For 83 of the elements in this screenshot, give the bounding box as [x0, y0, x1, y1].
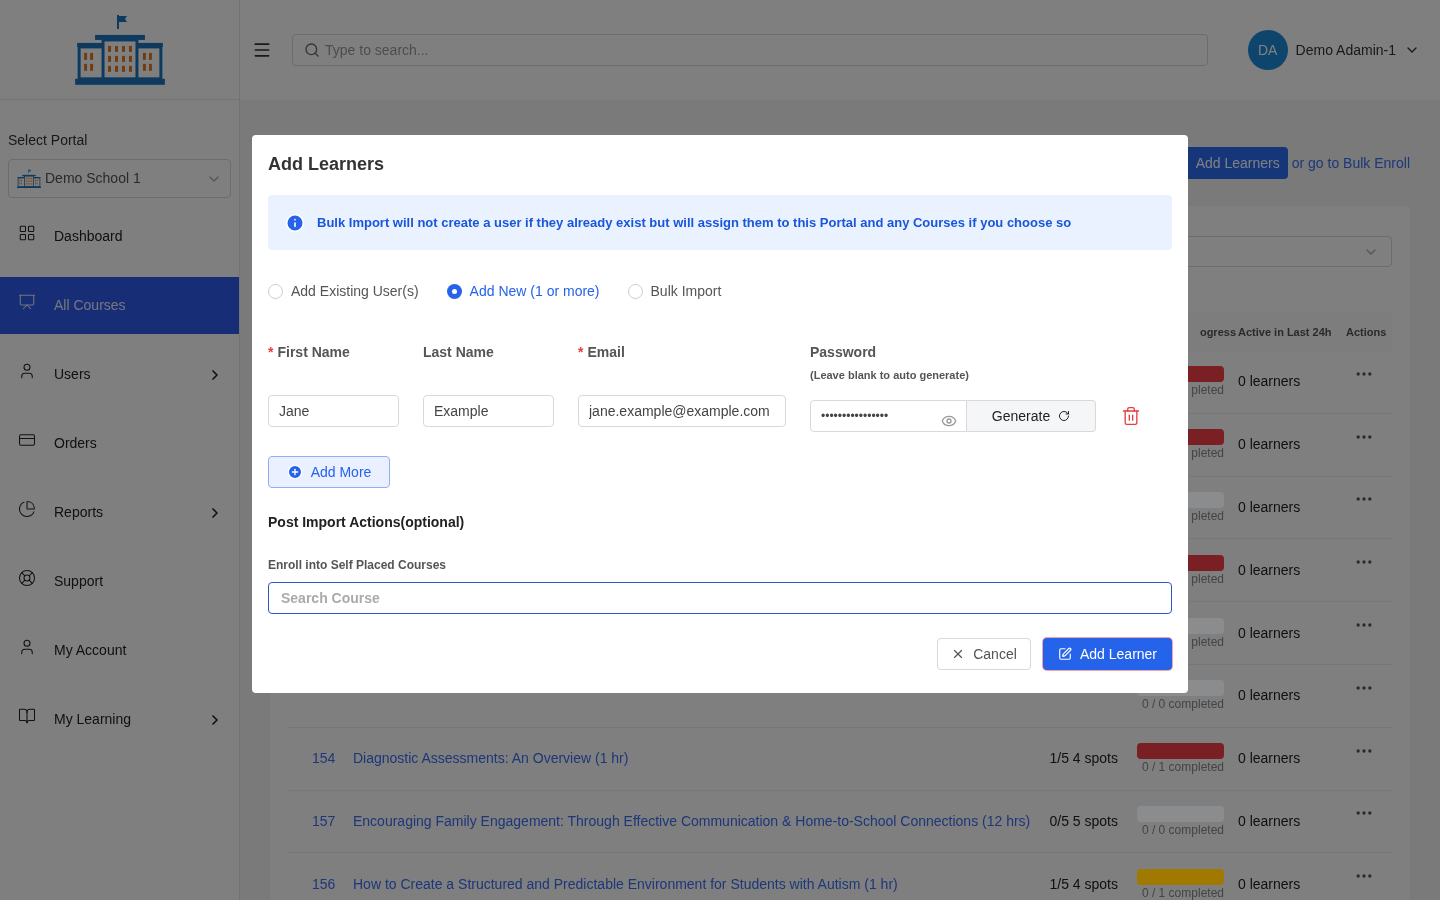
- text-input[interactable]: Jane: [268, 395, 399, 427]
- progress-text: 0 / 0 completed: [1141, 698, 1224, 712]
- spots-text: 1/5 4 spots: [1049, 875, 1118, 892]
- book-icon: [18, 706, 36, 725]
- required-marker: *: [578, 343, 584, 360]
- column-header: ogress: [1199, 324, 1237, 340]
- progress-text: 0 / 1 completed: [1141, 886, 1224, 900]
- course-title[interactable]: Encouraging Family Engagement: Through Effective Communication & Home-to-School Connections (12 hrs): [353, 812, 1031, 829]
- nav-item[interactable]: Orders: [0, 415, 239, 472]
- generate-button[interactable]: Generate: [967, 400, 1096, 432]
- search-icon: [304, 42, 320, 58]
- progress-text: pleted: [1191, 447, 1224, 461]
- course-title[interactable]: How to Create a Structured and Predictable Environment for Students with Autism (1 hr): [353, 875, 898, 892]
- dialog-title: Add Learners: [268, 153, 386, 176]
- field-label: Enroll into Self Placed Courses: [268, 557, 448, 574]
- user-icon: [18, 361, 36, 380]
- course-id: 154: [312, 750, 336, 767]
- column-header: Active in Last 24h: [1238, 324, 1330, 340]
- course-search-field[interactable]: Search Course: [268, 582, 1172, 614]
- portal-label: Select Portal: [8, 131, 89, 150]
- field-label: Last Name: [423, 343, 494, 360]
- nav-item[interactable]: Support: [0, 553, 239, 610]
- radio-option[interactable]: Bulk Import: [627, 281, 722, 302]
- password-field[interactable]: ••••••••••••••••: [810, 400, 967, 432]
- lifebuoy-icon: [18, 568, 36, 587]
- course-title[interactable]: Diagnostic Assessments: An Overview (1 hr): [353, 750, 629, 767]
- radio-option[interactable]: Add New (1 or more): [446, 281, 600, 302]
- field-label: First Name: [277, 343, 350, 360]
- trash-icon[interactable]: [1121, 406, 1141, 426]
- active-learners: 0 learners: [1238, 874, 1302, 894]
- course-id: 157: [312, 812, 336, 829]
- nav-item[interactable]: Dashboard: [0, 208, 239, 265]
- active-learners: 0 learners: [1238, 435, 1302, 455]
- progress-text: 0 / 1 completed: [1141, 761, 1224, 775]
- text-input[interactable]: jane.example@example.com: [578, 395, 786, 427]
- spots-text: 0/5 5 spots: [1049, 812, 1118, 829]
- bulk-enroll-link[interactable]: or go to Bulk Enroll: [1291, 152, 1410, 174]
- radio-button[interactable]: [446, 284, 462, 299]
- spots-text: 1/5 4 spots: [1049, 750, 1118, 767]
- active-learners: 0 learners: [1238, 749, 1302, 769]
- progress-text: pleted: [1191, 510, 1224, 523]
- active-learners: 0 learners: [1238, 623, 1302, 643]
- progress-text: 0 / 0 completed: [1141, 823, 1224, 837]
- grid-icon: [18, 223, 36, 242]
- add-more-button[interactable]: Add More: [268, 456, 390, 488]
- add-learner-button[interactable]: Add Learner: [1043, 638, 1172, 670]
- field-label: Email: [587, 343, 625, 360]
- user-name[interactable]: Demo Adamin-1: [1295, 39, 1396, 61]
- alert-text: Bulk Import will not create a user if they already exist but will assign them to this Portal and any Courses if you choose so: [317, 213, 1072, 232]
- edit-icon: [1057, 647, 1072, 661]
- pie-chart-icon: [18, 499, 36, 518]
- active-learners: 0 learners: [1238, 560, 1302, 580]
- nav-item[interactable]: My Account: [0, 622, 239, 679]
- user-icon: [18, 637, 36, 656]
- nav-item[interactable]: All Courses: [0, 277, 239, 334]
- course-id: 156: [312, 875, 336, 892]
- menu-icon[interactable]: [252, 40, 272, 60]
- info-icon: [285, 212, 305, 233]
- plus-circle-icon: [286, 464, 303, 480]
- nav-item[interactable]: My Learning: [0, 691, 239, 748]
- section-heading: Post Import Actions(optional): [268, 513, 466, 532]
- field-label: Password: [810, 343, 878, 362]
- active-learners: 0 learners: [1238, 498, 1302, 517]
- required-marker: *: [268, 343, 274, 360]
- radio-option[interactable]: Add Existing User(s): [268, 281, 419, 302]
- refresh-icon: [1058, 410, 1071, 422]
- active-learners: 0 learners: [1238, 686, 1302, 706]
- active-learners: 0 learners: [1238, 811, 1302, 831]
- portal-select[interactable]: Demo School 1: [8, 159, 231, 198]
- progress-text: pleted: [1191, 384, 1224, 398]
- nav-item[interactable]: Users: [0, 346, 239, 403]
- progress-text: pleted: [1191, 572, 1224, 586]
- active-learners: 0 learners: [1238, 372, 1302, 392]
- cancel-button[interactable]: Cancel: [937, 638, 1031, 670]
- progress-text: pleted: [1191, 635, 1224, 649]
- column-header: Actions: [1345, 324, 1388, 340]
- eye-icon[interactable]: [941, 413, 957, 429]
- presentation-icon: [18, 292, 36, 311]
- password-hint: (Leave blank to auto generate): [810, 368, 970, 383]
- avatar[interactable]: DA: [1247, 30, 1288, 70]
- text-input[interactable]: Example: [423, 395, 554, 427]
- school-icon: [17, 168, 41, 189]
- nav-item[interactable]: Reports: [0, 484, 239, 541]
